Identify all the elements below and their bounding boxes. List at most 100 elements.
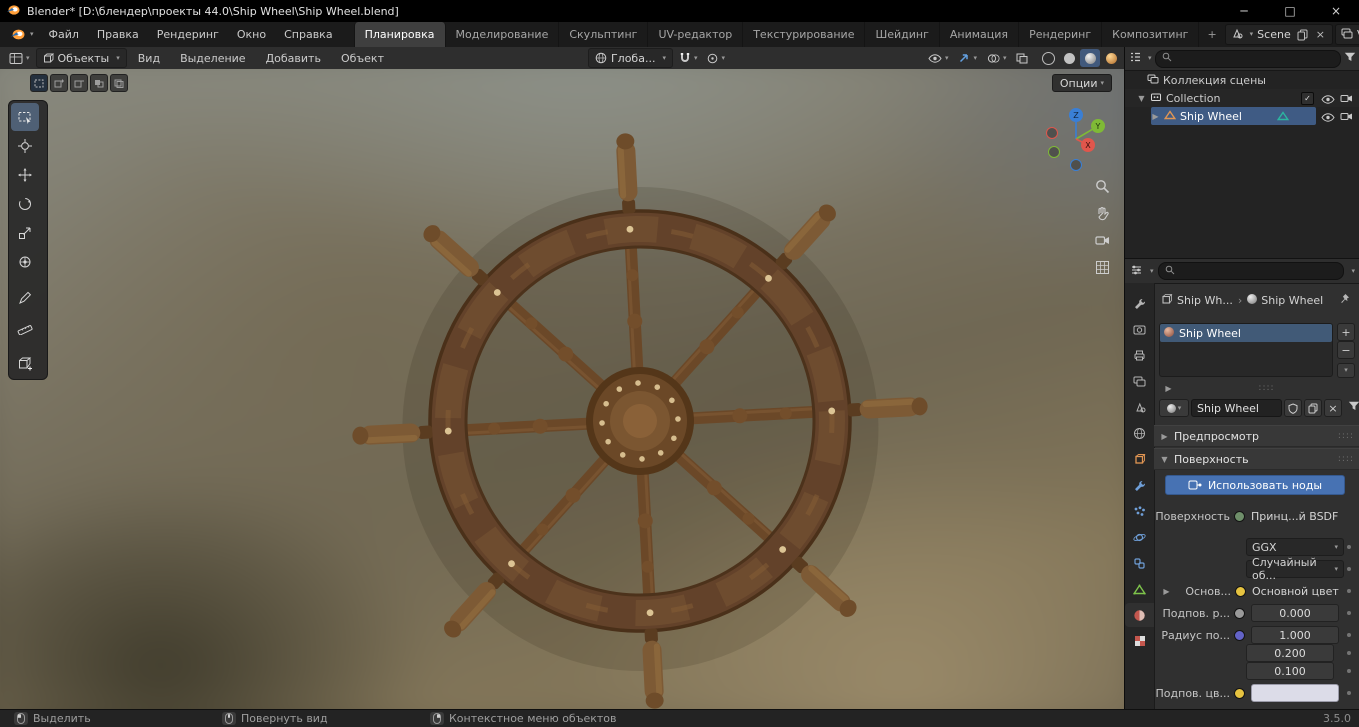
menu-help[interactable]: Справка xyxy=(275,22,341,47)
viewport-3d[interactable]: Опции ▾ Z Y X xyxy=(0,69,1124,710)
animate-dot[interactable] xyxy=(1347,611,1351,615)
shading-solid-button[interactable] xyxy=(1059,49,1079,67)
panel-grip[interactable]: :::: xyxy=(1338,431,1354,441)
tool-select-box[interactable] xyxy=(11,103,39,131)
outliner-row-label[interactable]: Ship Wheel xyxy=(1180,110,1242,123)
workspace-tab-uv[interactable]: UV-редактор xyxy=(648,22,744,47)
menu-edit[interactable]: Правка xyxy=(88,22,148,47)
outliner-search-input[interactable] xyxy=(1154,49,1341,68)
options-dropdown[interactable]: Опции ▾ xyxy=(1051,74,1112,92)
material-name-field[interactable]: Ship Wheel xyxy=(1191,399,1282,417)
outliner-row-collection[interactable]: ▼ Collection ✓ xyxy=(1125,89,1359,107)
radius-y-field[interactable]: 0.200 xyxy=(1246,644,1334,662)
outliner-row-ship-wheel[interactable]: ▶ Ship Wheel xyxy=(1125,107,1359,125)
tab-constraints[interactable] xyxy=(1125,551,1154,575)
collapse-arrow-icon[interactable]: ▶ xyxy=(1151,112,1160,121)
expand-arrow-icon[interactable]: ▶ xyxy=(1164,384,1173,393)
subsurface-method-dropdown[interactable]: Случайный об... ▾ xyxy=(1246,556,1344,582)
tab-object-data[interactable] xyxy=(1125,577,1154,601)
select-mode-new-button[interactable] xyxy=(30,74,48,92)
mode-dropdown[interactable]: Объекты ▾ xyxy=(35,48,127,68)
animate-dot[interactable] xyxy=(1347,651,1351,655)
tab-render[interactable] xyxy=(1125,317,1154,341)
tab-world[interactable] xyxy=(1125,421,1154,445)
tool-move[interactable] xyxy=(11,161,39,189)
unlink-material-button[interactable]: × xyxy=(1324,399,1342,417)
radius-x-field[interactable]: 1.000 xyxy=(1251,626,1339,644)
animate-dot[interactable] xyxy=(1347,567,1351,571)
animate-dot[interactable] xyxy=(1347,589,1351,593)
expand-arrow-icon[interactable]: ▶ xyxy=(1162,587,1171,596)
close-button[interactable]: × xyxy=(1313,0,1359,22)
animate-dot[interactable] xyxy=(1347,669,1351,673)
outliner-row-scene-collection[interactable]: Коллекция сцены xyxy=(1125,71,1359,89)
add-slot-button[interactable]: + xyxy=(1337,323,1355,341)
tab-tool[interactable] xyxy=(1125,291,1154,315)
transform-orientation-dropdown[interactable]: Глоба... ▾ xyxy=(587,48,673,68)
menu-view[interactable]: Вид xyxy=(129,52,169,65)
browse-material-button[interactable]: ▾ xyxy=(1159,399,1189,417)
camera-visibility-icon[interactable] xyxy=(1340,111,1353,124)
collapse-arrow-icon[interactable]: ▼ xyxy=(1137,94,1146,103)
outliner-row-label[interactable]: Collection xyxy=(1166,92,1220,105)
menu-add[interactable]: Добавить xyxy=(257,52,330,65)
ship-wheel-model[interactable] xyxy=(0,69,1124,710)
visibility-dropdown[interactable]: ▾ xyxy=(924,49,953,67)
workspace-tab-animation[interactable]: Анимация xyxy=(940,22,1020,47)
camera-view-button[interactable] xyxy=(1091,229,1113,251)
panel-preview[interactable]: ▶ Предпросмотр :::: xyxy=(1154,425,1359,447)
tab-output[interactable] xyxy=(1125,343,1154,367)
select-mode-invert-button[interactable] xyxy=(90,74,108,92)
menu-render[interactable]: Рендеринг xyxy=(148,22,228,47)
tab-material[interactable] xyxy=(1125,603,1154,627)
axis-x-label[interactable]: X xyxy=(1085,141,1091,150)
outliner-editor-icon[interactable] xyxy=(1129,51,1142,66)
slot-specials-menu[interactable]: ▾ xyxy=(1337,363,1355,378)
tool-rotate[interactable] xyxy=(11,190,39,218)
menu-select[interactable]: Выделение xyxy=(171,52,255,65)
workspace-tab-modeling[interactable]: Моделирование xyxy=(446,22,560,47)
material-slot-row[interactable]: Ship Wheel xyxy=(1160,324,1332,342)
editor-type-button[interactable]: ▾ xyxy=(5,49,34,67)
shading-material-button[interactable] xyxy=(1080,49,1101,67)
chevron-down-icon[interactable]: ▾ xyxy=(1351,267,1355,275)
properties-editor-icon[interactable] xyxy=(1130,264,1143,279)
radius-z-field[interactable]: 0.100 xyxy=(1246,662,1334,680)
maximize-button[interactable]: □ xyxy=(1267,0,1313,22)
tab-particles[interactable] xyxy=(1125,499,1154,523)
chevron-down-icon[interactable]: ▾ xyxy=(1150,267,1154,275)
subsurface-color-swatch[interactable] xyxy=(1251,684,1339,702)
workspace-tab-shading[interactable]: Шейдинг xyxy=(865,22,940,47)
pin-icon[interactable] xyxy=(1339,293,1350,307)
workspace-tab-rendering[interactable]: Рендеринг xyxy=(1019,22,1103,47)
tool-scale[interactable] xyxy=(11,219,39,247)
filter-icon[interactable] xyxy=(1348,401,1359,415)
workspace-tab-texture-paint[interactable]: Текстурирование xyxy=(743,22,866,47)
minimize-button[interactable]: ─ xyxy=(1221,0,1267,22)
hide-eye-icon[interactable] xyxy=(1321,94,1335,107)
tab-physics[interactable] xyxy=(1125,525,1154,549)
xray-toggle[interactable] xyxy=(1012,49,1032,67)
chevron-down-icon[interactable]: ▾ xyxy=(1250,31,1254,38)
tab-scene[interactable] xyxy=(1125,395,1154,419)
animate-dot[interactable] xyxy=(1347,545,1351,549)
breadcrumb-object[interactable]: Ship Wh... xyxy=(1177,294,1233,307)
gizmos-toggle[interactable]: ▾ xyxy=(954,49,981,67)
unlink-scene-button[interactable]: × xyxy=(1314,28,1327,41)
menu-object[interactable]: Объект xyxy=(332,52,393,65)
menu-window[interactable]: Окно xyxy=(228,22,275,47)
menu-file[interactable]: Файл xyxy=(40,22,88,47)
snap-toggle[interactable]: ▾ xyxy=(675,49,702,67)
tool-add-cube[interactable] xyxy=(11,349,39,377)
hide-eye-icon[interactable] xyxy=(1321,112,1335,125)
tab-object[interactable] xyxy=(1125,447,1154,471)
tab-texture[interactable] xyxy=(1125,629,1154,653)
tool-transform[interactable] xyxy=(11,248,39,276)
navigation-gizmo[interactable]: Z Y X xyxy=(1040,103,1112,175)
axis-z-label[interactable]: Z xyxy=(1073,111,1079,120)
proportional-editing-toggle[interactable]: ▾ xyxy=(703,49,729,67)
surface-shader-value[interactable]: Принц...й BSDF xyxy=(1251,510,1338,523)
add-workspace-button[interactable]: + xyxy=(1199,22,1224,47)
pan-hand-button[interactable] xyxy=(1091,202,1113,224)
shading-rendered-button[interactable] xyxy=(1101,49,1121,67)
